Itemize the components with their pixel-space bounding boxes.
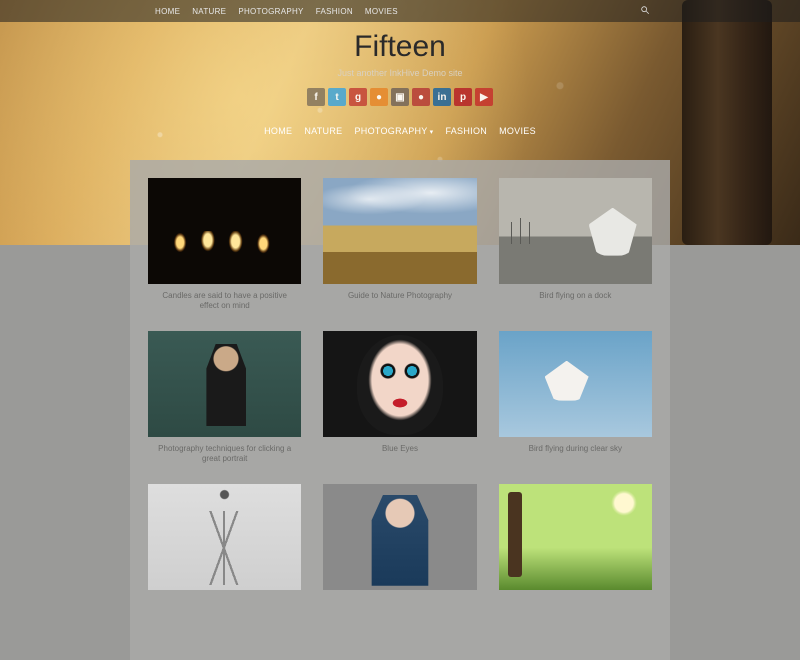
post-title: Candles are said to have a positive effe…: [148, 284, 301, 321]
post-card[interactable]: Bird flying on a dock: [499, 178, 652, 321]
post-title: [499, 590, 652, 607]
post-thumbnail: [323, 484, 476, 590]
post-card[interactable]: [323, 484, 476, 607]
topnav-nature[interactable]: NATURE: [192, 7, 226, 16]
mainnav-photography-label: PHOTOGRAPHY: [354, 126, 427, 136]
topnav-home[interactable]: HOME: [155, 7, 180, 16]
post-card[interactable]: Blue Eyes: [323, 331, 476, 474]
content-area: Candles are said to have a positive effe…: [130, 160, 670, 660]
post-card[interactable]: Bird flying during clear sky: [499, 331, 652, 474]
social-flickr[interactable]: ●: [412, 88, 430, 106]
social-icons: f t g ● ▣ ● in p ▶: [0, 88, 800, 106]
post-title: Photography techniques for clicking a gr…: [148, 437, 301, 474]
topnav-movies[interactable]: MOVIES: [365, 7, 398, 16]
top-nav: HOME NATURE PHOTOGRAPHY FASHION MOVIES: [155, 7, 398, 16]
mainnav-photography[interactable]: PHOTOGRAPHY▾: [354, 126, 433, 136]
mainnav-movies[interactable]: MOVIES: [499, 126, 536, 136]
social-twitter[interactable]: t: [328, 88, 346, 106]
social-rss[interactable]: ●: [370, 88, 388, 106]
post-thumbnail: [148, 178, 301, 284]
post-thumbnail: [499, 331, 652, 437]
post-title: Bird flying during clear sky: [499, 437, 652, 464]
social-linkedin[interactable]: in: [433, 88, 451, 106]
mainnav-home[interactable]: HOME: [264, 126, 292, 136]
main-nav: HOME NATURE PHOTOGRAPHY▾ FASHION MOVIES: [0, 126, 800, 136]
post-title: Guide to Nature Photography: [323, 284, 476, 311]
post-card[interactable]: Photography techniques for clicking a gr…: [148, 331, 301, 474]
post-title: Bird flying on a dock: [499, 284, 652, 311]
post-card[interactable]: [499, 484, 652, 607]
topnav-fashion[interactable]: FASHION: [316, 7, 353, 16]
post-thumbnail: [499, 484, 652, 590]
social-facebook[interactable]: f: [307, 88, 325, 106]
post-thumbnail: [148, 484, 301, 590]
post-grid: Candles are said to have a positive effe…: [148, 178, 652, 607]
post-thumbnail: [148, 331, 301, 437]
social-youtube[interactable]: ▶: [475, 88, 493, 106]
top-bar: HOME NATURE PHOTOGRAPHY FASHION MOVIES: [0, 0, 800, 22]
topnav-photography[interactable]: PHOTOGRAPHY: [238, 7, 303, 16]
post-card[interactable]: Guide to Nature Photography: [323, 178, 476, 321]
post-thumbnail: [499, 178, 652, 284]
post-card[interactable]: Candles are said to have a positive effe…: [148, 178, 301, 321]
post-thumbnail: [323, 178, 476, 284]
social-pinterest[interactable]: p: [454, 88, 472, 106]
social-instagram[interactable]: ▣: [391, 88, 409, 106]
post-title: [323, 590, 476, 607]
post-title: [148, 590, 301, 607]
chevron-down-icon: ▾: [430, 129, 434, 136]
mainnav-fashion[interactable]: FASHION: [445, 126, 487, 136]
post-card[interactable]: [148, 484, 301, 607]
site-title[interactable]: Fifteen: [0, 30, 800, 64]
mainnav-nature[interactable]: NATURE: [304, 126, 342, 136]
social-google-plus[interactable]: g: [349, 88, 367, 106]
post-title: Blue Eyes: [323, 437, 476, 464]
site-tagline: Just another InkHive Demo site: [0, 68, 800, 78]
post-thumbnail: [323, 331, 476, 437]
search-icon[interactable]: [640, 5, 650, 17]
